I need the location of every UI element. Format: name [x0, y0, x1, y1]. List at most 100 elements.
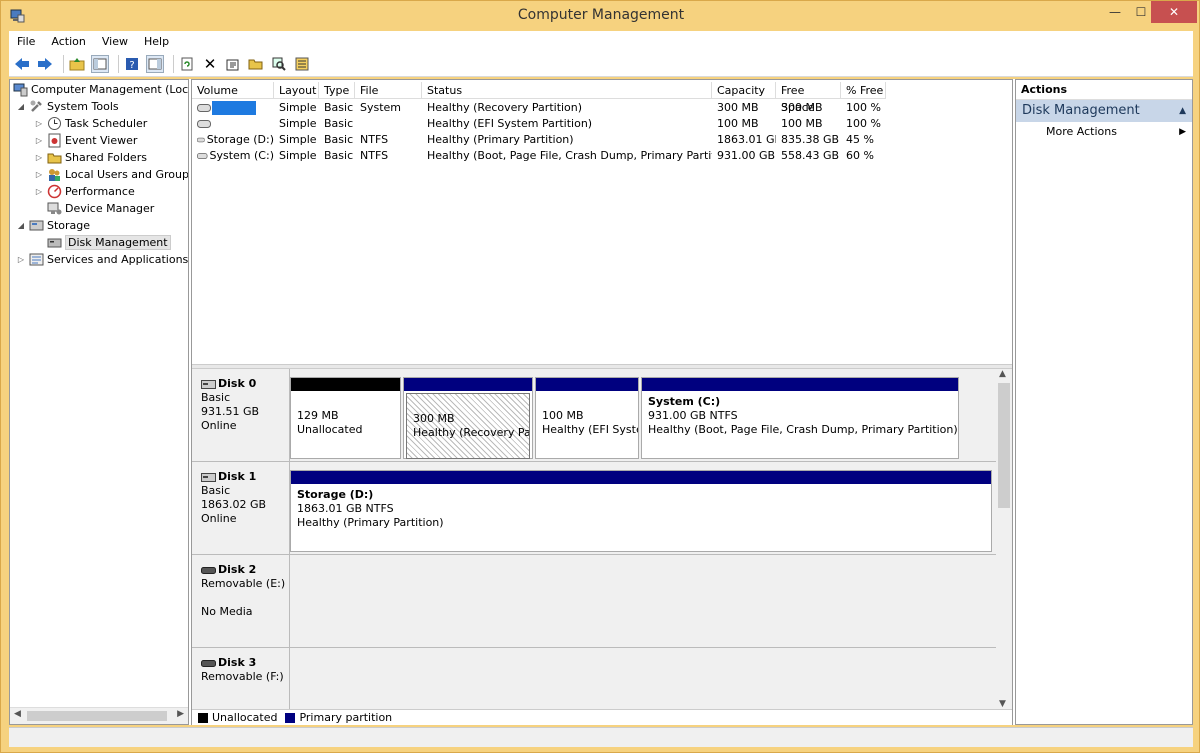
properties-icon[interactable]	[224, 55, 242, 73]
delete-icon[interactable]: ✕	[201, 55, 219, 73]
disk-1-label[interactable]: Disk 1 Basic 1863.02 GB Online	[192, 462, 290, 555]
tree-item-shared-folders[interactable]: ▷ Shared Folders	[34, 149, 147, 166]
refresh-icon[interactable]	[178, 55, 196, 73]
volume-row[interactable]: Simple Basic Healthy (EFI System Partiti…	[192, 116, 886, 132]
unallocated-swatch	[198, 712, 208, 723]
tree-item-event-viewer[interactable]: ▷ Event Viewer	[34, 132, 137, 149]
app-window: Computer Management — ☐ ✕ File Action Vi…	[0, 0, 1200, 753]
tree-item-system-tools[interactable]: ◢ System Tools	[16, 98, 119, 115]
scroll-left-icon[interactable]: ◀	[14, 709, 21, 719]
percent-free-cell: 45 %	[846, 133, 874, 146]
tree-label: Task Scheduler	[65, 117, 148, 130]
disk-2-label[interactable]: Disk 2 Removable (E:) No Media	[192, 555, 290, 648]
scroll-down-icon[interactable]: ▼	[999, 699, 1006, 709]
column-header-capacity[interactable]: Capacity	[712, 82, 776, 98]
up-folder-icon[interactable]	[68, 55, 86, 73]
collapsed-arrow-icon[interactable]: ▷	[16, 255, 26, 264]
performance-icon	[47, 184, 62, 199]
partition-status: Healthy (Recovery Partit	[413, 426, 529, 439]
minimize-button[interactable]: —	[1101, 1, 1129, 23]
collapsed-arrow-icon[interactable]: ▷	[34, 170, 44, 179]
disk-size: 1863.02 GB	[201, 498, 267, 511]
show-hide-action-pane-icon[interactable]	[146, 54, 164, 73]
type-cell: Basic	[324, 117, 354, 130]
status-cell: Healthy (Primary Partition)	[427, 133, 574, 146]
column-header-free-space[interactable]: Free Space	[776, 82, 841, 114]
percent-free-cell: 60 %	[846, 149, 874, 162]
partition-storage-d[interactable]: Storage (D:) 1863.01 GB NTFS Healthy (Pr…	[290, 470, 992, 552]
toolbar-separator	[63, 54, 64, 73]
volume-cell	[192, 116, 274, 132]
volume-name: Storage (D:)	[206, 133, 274, 146]
collapsed-arrow-icon[interactable]: ▷	[34, 119, 44, 128]
scrollbar-thumb[interactable]	[27, 711, 167, 721]
volume-icon	[197, 153, 208, 159]
disk-3-label[interactable]: Disk 3 Removable (F:)	[192, 648, 290, 709]
partition-status: Unallocated	[297, 423, 363, 436]
tree-label: Local Users and Groups	[65, 168, 189, 181]
volume-row[interactable]: Simple Basic Healthy (Recovery Partition…	[192, 100, 886, 116]
collapsed-arrow-icon[interactable]: ▷	[34, 153, 44, 162]
partition-unallocated[interactable]: 129 MB Unallocated	[290, 377, 401, 459]
tools-icon	[30, 100, 42, 112]
menu-file[interactable]: File	[9, 35, 43, 48]
tree-label: Device Manager	[65, 202, 155, 215]
device-manager-icon	[47, 202, 62, 215]
open-folder-icon[interactable]	[247, 55, 265, 73]
removable-disk-icon	[201, 566, 216, 574]
column-header-type[interactable]: Type	[319, 82, 355, 98]
scrollbar-thumb[interactable]	[998, 383, 1010, 508]
collapse-arrow-icon[interactable]: ▲	[1179, 100, 1186, 122]
scroll-right-icon[interactable]: ▶	[177, 709, 184, 719]
tree-item-storage[interactable]: ◢ Storage	[16, 217, 90, 234]
close-button[interactable]: ✕	[1151, 1, 1197, 23]
column-header-volume[interactable]: Volume	[192, 82, 274, 98]
back-icon[interactable]	[13, 55, 31, 73]
volume-list-header: Volume Layout Type File System Status Ca…	[192, 82, 886, 114]
tree-item-computer-management[interactable]: Computer Management (Local	[13, 81, 188, 98]
expanded-arrow-icon[interactable]: ◢	[16, 221, 26, 230]
tree-horizontal-scrollbar[interactable]: ◀ ▶	[10, 707, 188, 724]
graph-vertical-scrollbar[interactable]: ▲ ▼	[996, 369, 1012, 709]
collapsed-arrow-icon[interactable]: ▷	[34, 187, 44, 196]
partition-efi[interactable]: 100 MB Healthy (EFI Syster	[535, 377, 639, 459]
tree-label: Disk Management	[65, 235, 171, 250]
title-bar[interactable]: Computer Management — ☐ ✕	[1, 1, 1200, 31]
expanded-arrow-icon[interactable]: ◢	[16, 102, 26, 111]
partition-system-c[interactable]: System (C:) 931.00 GB NTFS Healthy (Boot…	[641, 377, 959, 459]
volume-name: System (C:)	[209, 149, 275, 162]
menu-view[interactable]: View	[94, 35, 136, 48]
tree-item-task-scheduler[interactable]: ▷ Task Scheduler	[34, 115, 147, 132]
actions-section-disk-management[interactable]: Disk Management ▲	[1016, 100, 1192, 122]
scroll-up-icon[interactable]: ▲	[999, 369, 1006, 379]
search-icon[interactable]	[270, 55, 288, 73]
partition-recovery[interactable]: 300 MB Healthy (Recovery Partit	[403, 377, 533, 459]
tree-item-device-manager[interactable]: Device Manager	[47, 200, 154, 217]
menu-action[interactable]: Action	[43, 35, 93, 48]
collapsed-arrow-icon[interactable]: ▷	[34, 136, 44, 145]
menu-help[interactable]: Help	[136, 35, 177, 48]
forward-icon[interactable]	[36, 55, 54, 73]
column-header-status[interactable]: Status	[422, 82, 712, 98]
free-space-cell: 835.38 GB	[781, 133, 840, 146]
tree-item-disk-management[interactable]: Disk Management	[47, 234, 171, 251]
tree-item-performance[interactable]: ▷ Performance	[34, 183, 135, 200]
status-cell: Healthy (EFI System Partition)	[427, 117, 593, 130]
tree-item-local-users[interactable]: ▷ Local Users and Groups	[34, 166, 189, 183]
more-actions-item[interactable]: More Actions ▶	[1016, 122, 1192, 142]
settings-icon[interactable]	[293, 55, 311, 73]
more-actions-label: More Actions	[1046, 125, 1117, 138]
volume-row[interactable]: System (C:) Simple Basic NTFS Healthy (B…	[192, 148, 886, 164]
column-header-layout[interactable]: Layout	[274, 82, 319, 98]
help-icon[interactable]: ?	[123, 55, 141, 73]
show-hide-tree-icon[interactable]	[91, 54, 109, 73]
partition-size: 1863.01 GB NTFS	[297, 502, 394, 515]
window-title: Computer Management	[517, 7, 685, 23]
disk-0-label[interactable]: Disk 0 Basic 931.51 GB Online	[192, 369, 290, 462]
column-header-percent-free[interactable]: % Free	[841, 82, 886, 98]
column-header-file-system[interactable]: File System	[355, 82, 422, 114]
computer-icon	[13, 83, 28, 97]
partition-size: 300 MB	[413, 412, 455, 425]
tree-item-services-applications[interactable]: ▷ Services and Applications	[16, 251, 188, 268]
volume-row[interactable]: Storage (D:) Simple Basic NTFS Healthy (…	[192, 132, 886, 148]
